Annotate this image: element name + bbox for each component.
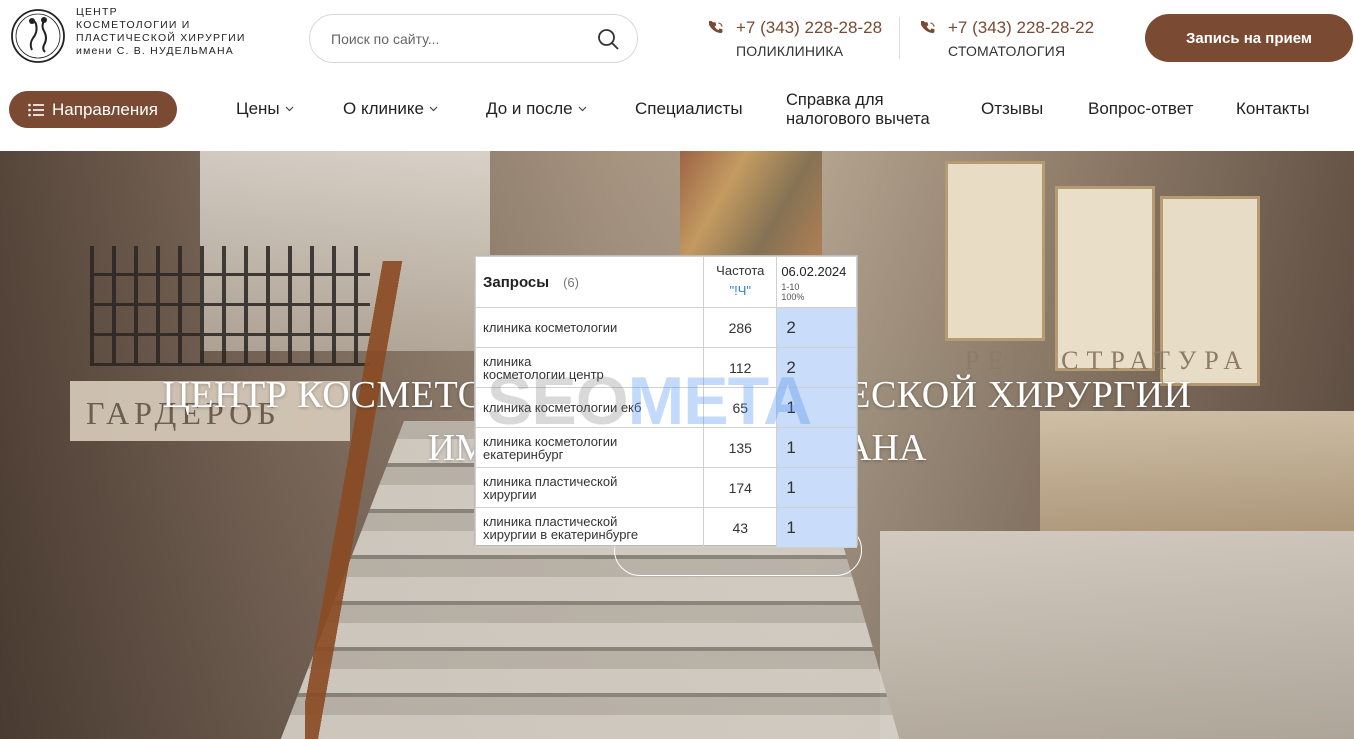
nav-item-about[interactable]: О клинике — [343, 99, 438, 119]
phone-dentistry: +7 (343) 228-28-22 СТОМАТОЛОГИЯ — [921, 18, 1094, 59]
seo-header-frequency[interactable]: Частота "!Ч" — [703, 256, 778, 308]
nav-item-specialists[interactable]: Специалисты — [635, 99, 743, 119]
hero-photo-mosaic — [680, 151, 822, 256]
nav-item-before-after[interactable]: До и после — [486, 99, 587, 119]
seo-positions-table: Запросы (6) Частота "!Ч" 06.02.2024 1-10 … — [474, 256, 857, 548]
list-menu-icon — [28, 103, 45, 116]
seo-header-date[interactable]: 06.02.2024 1-10 100% — [776, 256, 857, 308]
phone-icon — [921, 20, 935, 33]
search-box — [309, 14, 638, 63]
chevron-down-icon — [578, 106, 587, 112]
phone-icon — [709, 20, 723, 33]
header-divider — [899, 17, 900, 59]
appointment-button[interactable]: Запись на прием — [1145, 14, 1353, 62]
directions-menu-button[interactable]: Направления — [9, 91, 177, 128]
chevron-down-icon — [285, 106, 294, 112]
hero-photo-banister — [305, 261, 415, 739]
main-nav: Направления Цены О клинике До и после Сп… — [0, 78, 1354, 150]
table-row: клиника косметологии екатеринбург 135 1 — [474, 427, 857, 468]
seo-header-queries: Запросы (6) — [474, 256, 705, 308]
nav-item-prices[interactable]: Цены — [236, 99, 294, 119]
nav-item-faq[interactable]: Вопрос-ответ — [1088, 99, 1193, 119]
table-row: клиника косметологии центр 112 2 — [474, 347, 857, 388]
nav-item-tax-certificate[interactable]: Справка для налогового вычета — [786, 91, 930, 129]
site-header: ЦЕНТР КОСМЕТОЛОГИИ И ПЛАСТИЧЕСКОЙ ХИРУРГ… — [0, 0, 1354, 78]
phone-polyclinic-link[interactable]: +7 (343) 228-28-28 — [709, 18, 882, 38]
site-logo[interactable]: ЦЕНТР КОСМЕТОЛОГИИ И ПЛАСТИЧЕСКОЙ ХИРУРГ… — [8, 6, 246, 66]
table-row: клиника косметологии 286 2 — [474, 307, 857, 348]
phone-dentistry-link[interactable]: +7 (343) 228-28-22 — [921, 18, 1094, 38]
table-row: клиника пластической хирургии в екатерин… — [474, 507, 857, 548]
search-input[interactable] — [331, 30, 581, 47]
hero-photo-registry-sign: РЕГИСТРАТУРА — [965, 346, 1251, 375]
chevron-down-icon — [429, 106, 438, 112]
hero-photo-info-board — [1055, 186, 1155, 371]
phone-polyclinic: +7 (343) 228-28-28 ПОЛИКЛИНИКА — [709, 18, 882, 59]
search-icon[interactable] — [597, 28, 619, 50]
logo-emblem-icon — [11, 9, 65, 63]
nav-item-contacts[interactable]: Контакты — [1236, 99, 1309, 119]
logo-text: ЦЕНТР КОСМЕТОЛОГИИ И ПЛАСТИЧЕСКОЙ ХИРУРГ… — [76, 6, 246, 57]
hero-photo-info-board — [945, 161, 1045, 341]
hero-photo-floor — [880, 531, 1354, 739]
table-row: клиника пластической хирургии 174 1 — [474, 467, 857, 508]
table-row: клиника косметологии екб 65 1 — [474, 387, 857, 428]
nav-item-reviews[interactable]: Отзывы — [981, 99, 1043, 119]
seo-positions-popup: Запросы (6) Частота "!Ч" 06.02.2024 1-10 … — [474, 255, 858, 548]
